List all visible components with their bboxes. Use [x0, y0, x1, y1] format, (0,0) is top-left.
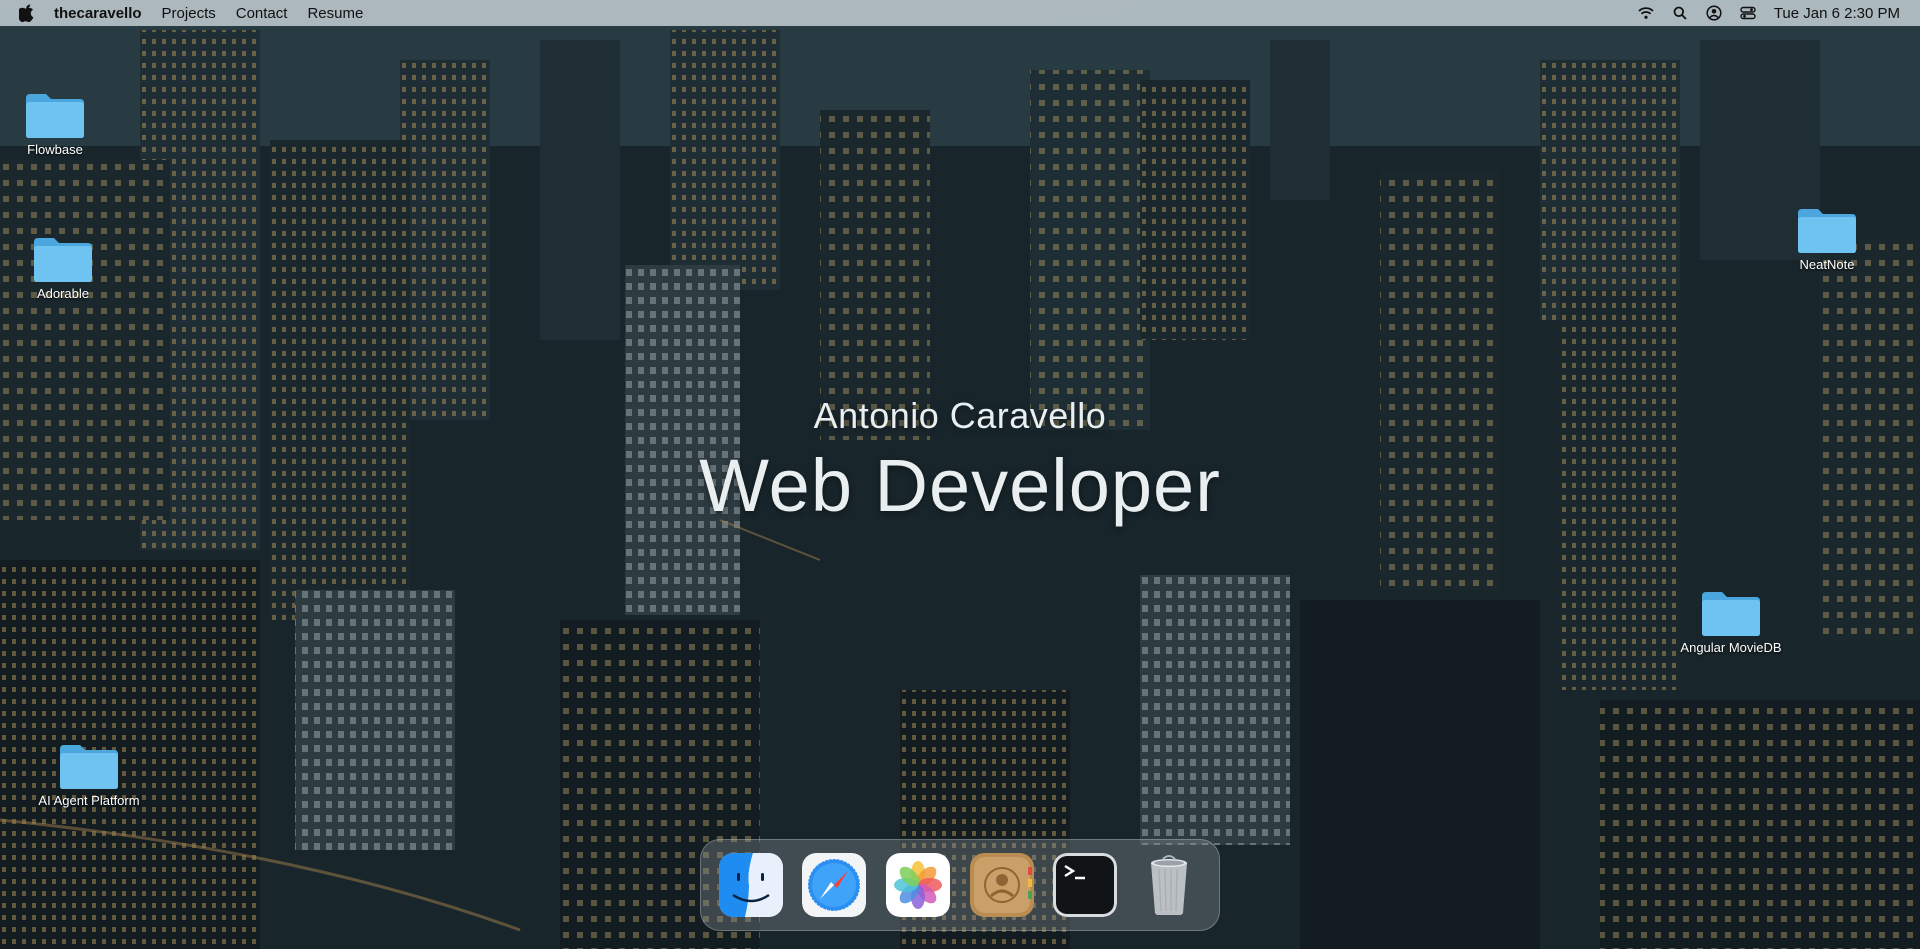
folder-icon	[1798, 209, 1856, 253]
menu-bar: thecaravello Projects Contact Resume Tue…	[0, 0, 1920, 26]
menu-resume[interactable]: Resume	[307, 5, 363, 22]
control-center-icon[interactable]	[1740, 5, 1756, 21]
contacts-icon[interactable]	[969, 853, 1034, 917]
search-icon[interactable]	[1672, 5, 1688, 21]
folder-icon	[60, 745, 118, 789]
hero: Antonio Caravello Web Developer	[0, 395, 1920, 528]
hero-role: Web Developer	[699, 444, 1221, 527]
folder-flowbase[interactable]: Flowbase	[0, 90, 120, 157]
user-icon[interactable]	[1706, 5, 1722, 21]
terminal-icon[interactable]	[1053, 853, 1118, 917]
brand-menu[interactable]: thecaravello	[54, 5, 142, 22]
folder-label: NeatNote	[1799, 257, 1855, 272]
dock	[700, 839, 1220, 931]
folder-neatnote[interactable]: NeatNote	[1762, 205, 1892, 272]
hero-name: Antonio Caravello	[813, 395, 1107, 436]
folder-icon	[34, 238, 92, 282]
folder-angular-moviedb[interactable]: Angular MovieDB	[1666, 588, 1796, 655]
photos-icon[interactable]	[886, 853, 951, 917]
apple-logo-icon[interactable]	[18, 4, 36, 22]
menu-contact[interactable]: Contact	[236, 5, 288, 22]
wifi-icon[interactable]	[1638, 5, 1654, 21]
folder-ai-agent-platform[interactable]: AI Agent Platform	[24, 741, 154, 808]
folder-label: Flowbase	[27, 142, 83, 157]
menu-clock[interactable]: Tue Jan 6 2:30 PM	[1774, 5, 1900, 22]
folder-adorable[interactable]: Adorable	[0, 234, 128, 301]
desktop: thecaravello Projects Contact Resume Tue…	[0, 0, 1920, 949]
status-area: Tue Jan 6 2:30 PM	[1620, 5, 1900, 22]
folder-icon	[26, 94, 84, 138]
trash-icon[interactable]	[1137, 853, 1201, 917]
finder-icon[interactable]	[718, 853, 783, 917]
safari-icon[interactable]	[802, 853, 867, 917]
folder-icon	[1702, 592, 1760, 636]
menu-projects[interactable]: Projects	[162, 5, 216, 22]
folder-label: Angular MovieDB	[1680, 640, 1782, 655]
folder-label: Adorable	[36, 286, 90, 301]
folder-label: AI Agent Platform	[38, 793, 140, 808]
